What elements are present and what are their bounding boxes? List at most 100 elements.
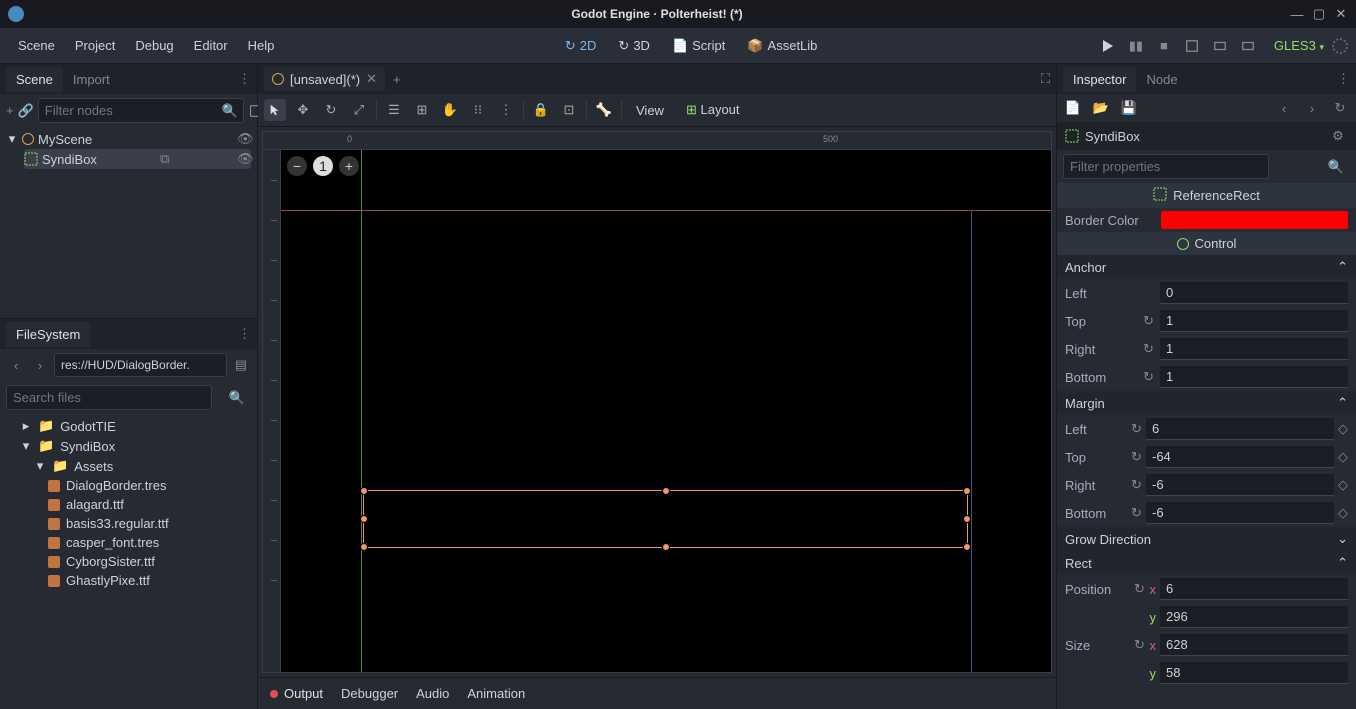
size-y-input[interactable]	[1160, 662, 1348, 684]
open-scene-icon[interactable]: ⧉	[160, 151, 174, 167]
file-item[interactable]: DialogBorder.tres	[6, 476, 251, 495]
tab-import[interactable]: Import	[63, 67, 120, 92]
tab-filesystem[interactable]: FileSystem	[6, 322, 90, 347]
play-scene-button[interactable]	[1182, 36, 1202, 56]
search-files-input[interactable]	[6, 385, 212, 410]
reset-icon[interactable]: ↻	[1131, 449, 1142, 465]
instance-scene-button[interactable]: 🔗	[18, 101, 34, 121]
history-forward-button[interactable]: ›	[1302, 98, 1322, 118]
path-input[interactable]: res://HUD/DialogBorder.	[54, 353, 227, 377]
reset-icon[interactable]: ↻	[1131, 421, 1142, 437]
close-tab-icon[interactable]: ✕	[366, 71, 377, 87]
minimize-icon[interactable]: —	[1290, 7, 1304, 22]
visibility-icon[interactable]: 👁	[237, 151, 251, 167]
spinner-icon[interactable]: ◇	[1338, 421, 1348, 437]
reset-icon[interactable]: ↻	[1131, 505, 1142, 521]
new-resource-button[interactable]: 📄	[1063, 98, 1083, 118]
forward-button[interactable]: ›	[30, 355, 50, 375]
stop-button[interactable]: ■	[1154, 36, 1174, 56]
border-color-swatch[interactable]	[1161, 211, 1348, 229]
lock-icon[interactable]: 🔒	[530, 99, 552, 121]
object-settings-icon[interactable]: ⚙	[1328, 126, 1348, 146]
zoom-in-button[interactable]: +	[339, 156, 359, 176]
maximize-icon[interactable]: ▢	[1312, 6, 1326, 22]
anchor-left-input[interactable]	[1160, 282, 1348, 304]
tab-inspector[interactable]: Inspector	[1063, 67, 1136, 92]
class-header-referencerect[interactable]: ReferenceRect	[1057, 183, 1356, 208]
rotate-tool[interactable]: ↻	[320, 99, 342, 121]
document-tab[interactable]: [unsaved](*) ✕	[264, 67, 385, 91]
margin-bottom-input[interactable]	[1146, 502, 1334, 524]
renderer-dropdown[interactable]: GLES3 ▾	[1274, 38, 1324, 53]
load-resource-button[interactable]: 📂	[1091, 98, 1111, 118]
filter-properties-input[interactable]	[1063, 154, 1269, 179]
size-x-input[interactable]	[1160, 634, 1348, 656]
tab-audio[interactable]: Audio	[416, 686, 449, 701]
bone-tool[interactable]: 🦴	[593, 99, 615, 121]
reset-icon[interactable]: ↻	[1134, 637, 1146, 653]
reset-icon[interactable]: ↻	[1131, 477, 1142, 493]
back-button[interactable]: ‹	[6, 355, 26, 375]
reset-icon[interactable]: ↻	[1134, 581, 1146, 597]
scene-child-node[interactable]: SyndiBox ⧉ 👁	[24, 149, 251, 169]
file-item[interactable]: casper_font.tres	[6, 533, 251, 552]
menu-editor[interactable]: Editor	[184, 32, 238, 59]
anchor-right-input[interactable]	[1160, 338, 1348, 360]
play-custom2-button[interactable]	[1238, 36, 1258, 56]
group-icon[interactable]: ⊡	[558, 99, 580, 121]
spinner-icon[interactable]: ◇	[1338, 505, 1348, 521]
margin-left-input[interactable]	[1146, 418, 1334, 440]
group-rect[interactable]: Rect⌃	[1057, 551, 1356, 575]
tab-node[interactable]: Node	[1136, 67, 1187, 92]
zoom-reset-button[interactable]: 1	[313, 156, 333, 176]
history-back-button[interactable]: ‹	[1274, 98, 1294, 118]
menu-project[interactable]: Project	[65, 32, 125, 59]
pause-button[interactable]: ▮▮	[1126, 36, 1146, 56]
tab-debugger[interactable]: Debugger	[341, 686, 398, 701]
menu-scene[interactable]: Scene	[8, 32, 65, 59]
view-menu[interactable]: View	[628, 99, 672, 122]
group-grow-direction[interactable]: Grow Direction⌄	[1057, 527, 1356, 551]
chevron-icon[interactable]: ▸	[20, 418, 32, 434]
mode-script-button[interactable]: 📄Script	[662, 32, 735, 60]
reset-icon[interactable]: ↻	[1143, 369, 1156, 385]
file-item[interactable]: GhastlyPixe.ttf	[6, 571, 251, 590]
more-tools[interactable]: ⋮	[495, 99, 517, 121]
mode-2d-button[interactable]: ↻2D	[555, 32, 607, 60]
scale-tool[interactable]: ⤢	[348, 99, 370, 121]
menu-debug[interactable]: Debug	[125, 32, 183, 59]
visibility-icon[interactable]: 👁	[237, 131, 251, 147]
chevron-down-icon[interactable]: ▾	[6, 131, 18, 147]
play-custom-button[interactable]	[1210, 36, 1230, 56]
spinner-icon[interactable]: ◇	[1338, 449, 1348, 465]
class-header-control[interactable]: Control	[1057, 232, 1356, 255]
margin-right-input[interactable]	[1146, 474, 1334, 496]
mode-3d-button[interactable]: ↻3D	[608, 32, 660, 60]
tab-animation[interactable]: Animation	[467, 686, 525, 701]
move-tool[interactable]: ✥	[292, 99, 314, 121]
margin-top-input[interactable]	[1146, 446, 1334, 468]
lock-tool[interactable]: ⊞	[411, 99, 433, 121]
scene-root-node[interactable]: ▾ MyScene 👁	[6, 129, 251, 149]
add-node-button[interactable]: +	[6, 101, 14, 121]
new-tab-button[interactable]: +	[385, 68, 409, 91]
group-margin[interactable]: Margin⌃	[1057, 391, 1356, 415]
panel-menu-icon[interactable]: ⋮	[1337, 71, 1350, 87]
tab-scene[interactable]: Scene	[6, 67, 63, 92]
panel-menu-icon[interactable]: ⋮	[238, 326, 251, 342]
select-tool[interactable]	[264, 99, 286, 121]
menu-help[interactable]: Help	[238, 32, 285, 59]
position-y-input[interactable]	[1160, 606, 1348, 628]
folder-item[interactable]: ▸📁GodotTIE	[6, 416, 251, 436]
position-x-input[interactable]	[1160, 578, 1348, 600]
tab-output[interactable]: Output	[270, 686, 323, 701]
viewport-2d[interactable]: 0 500 − 1 +	[262, 131, 1052, 673]
anchor-top-input[interactable]	[1160, 310, 1348, 332]
folder-item[interactable]: ▾📁SyndiBox	[6, 436, 251, 456]
filter-nodes-input[interactable]	[38, 98, 244, 123]
spinner-icon[interactable]: ◇	[1338, 477, 1348, 493]
file-item[interactable]: CyborgSister.ttf	[6, 552, 251, 571]
panel-menu-icon[interactable]: ⋮	[238, 71, 251, 87]
list-tool[interactable]: ☰	[383, 99, 405, 121]
zoom-out-button[interactable]: −	[287, 156, 307, 176]
